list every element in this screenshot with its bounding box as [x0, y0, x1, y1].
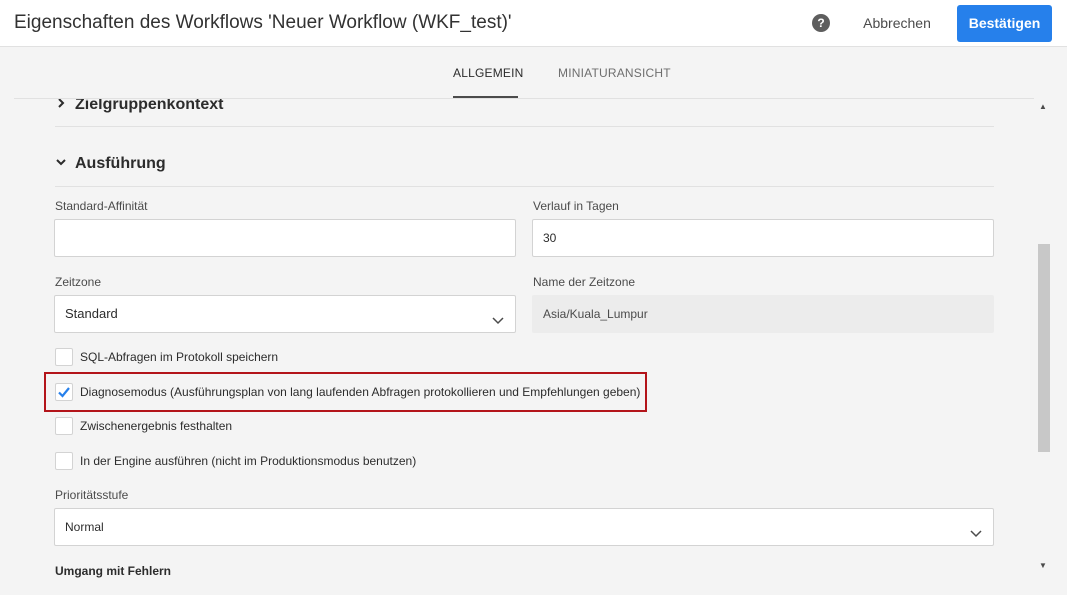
- checkbox-box[interactable]: [55, 383, 73, 401]
- section-target-context[interactable]: Zielgruppenkontext: [55, 99, 223, 114]
- timezone-label: Zeitzone: [55, 275, 102, 289]
- section-divider: [55, 126, 994, 127]
- confirm-button[interactable]: Bestätigen: [957, 5, 1052, 42]
- section-execution-label: Ausführung: [75, 155, 166, 172]
- tab-general[interactable]: ALLGEMEIN: [453, 66, 524, 80]
- scroll-up-icon[interactable]: ▲: [1039, 102, 1047, 111]
- checkbox-label: In der Engine ausführen (nicht im Produk…: [80, 454, 417, 468]
- checkbox-box[interactable]: [55, 348, 73, 366]
- dialog-title: Eigenschaften des Workflows 'Neuer Workf…: [14, 12, 512, 33]
- default-affinity-input[interactable]: [54, 219, 516, 257]
- error-handling-heading: Umgang mit Fehlern: [55, 564, 172, 578]
- history-days-label: Verlauf in Tagen: [533, 199, 619, 213]
- section-execution[interactable]: Ausführung: [55, 155, 166, 173]
- timezone-name-label: Name der Zeitzone: [533, 275, 636, 289]
- tab-thumbnail[interactable]: MINIATURANSICHT: [558, 66, 671, 80]
- checkbox-label: Zwischenergebnis festhalten: [80, 419, 233, 433]
- dialog-header: Eigenschaften des Workflows 'Neuer Workf…: [0, 0, 1067, 47]
- chevron-down-icon: [969, 518, 983, 538]
- timezone-name-field: Asia/Kuala_Lumpur: [532, 295, 994, 333]
- scroll-down-icon[interactable]: ▼: [1039, 561, 1047, 570]
- chevron-right-icon: [55, 99, 69, 112]
- checkbox-box[interactable]: [55, 452, 73, 470]
- help-icon[interactable]: ?: [812, 14, 830, 32]
- scrollbar-thumb[interactable]: [1038, 244, 1050, 452]
- default-affinity-label: Standard-Affinität: [55, 199, 148, 213]
- timezone-select-value: Standard: [65, 306, 118, 321]
- priority-select[interactable]: Normal: [54, 508, 994, 546]
- tab-bar: ALLGEMEIN MINIATURANSICHT: [0, 48, 1067, 99]
- chevron-down-icon: [55, 155, 69, 171]
- checkmark-icon: [58, 387, 70, 398]
- section-target-context-label: Zielgruppenkontext: [75, 99, 224, 113]
- checkbox-box[interactable]: [55, 417, 73, 435]
- cancel-button[interactable]: Abbrechen: [852, 7, 942, 39]
- properties-form: Zielgruppenkontext Ausführung Standard-A…: [0, 99, 1036, 595]
- history-days-input[interactable]: 30: [532, 219, 994, 257]
- chevron-down-icon: [491, 305, 505, 325]
- priority-label: Prioritätsstufe: [55, 488, 129, 502]
- priority-select-value: Normal: [65, 520, 104, 534]
- section-divider: [55, 186, 994, 187]
- timezone-select[interactable]: Standard: [54, 295, 516, 333]
- checkbox-label: Diagnosemodus (Ausführungsplan von lang …: [80, 385, 641, 399]
- checkbox-label: SQL-Abfragen im Protokoll speichern: [80, 350, 279, 364]
